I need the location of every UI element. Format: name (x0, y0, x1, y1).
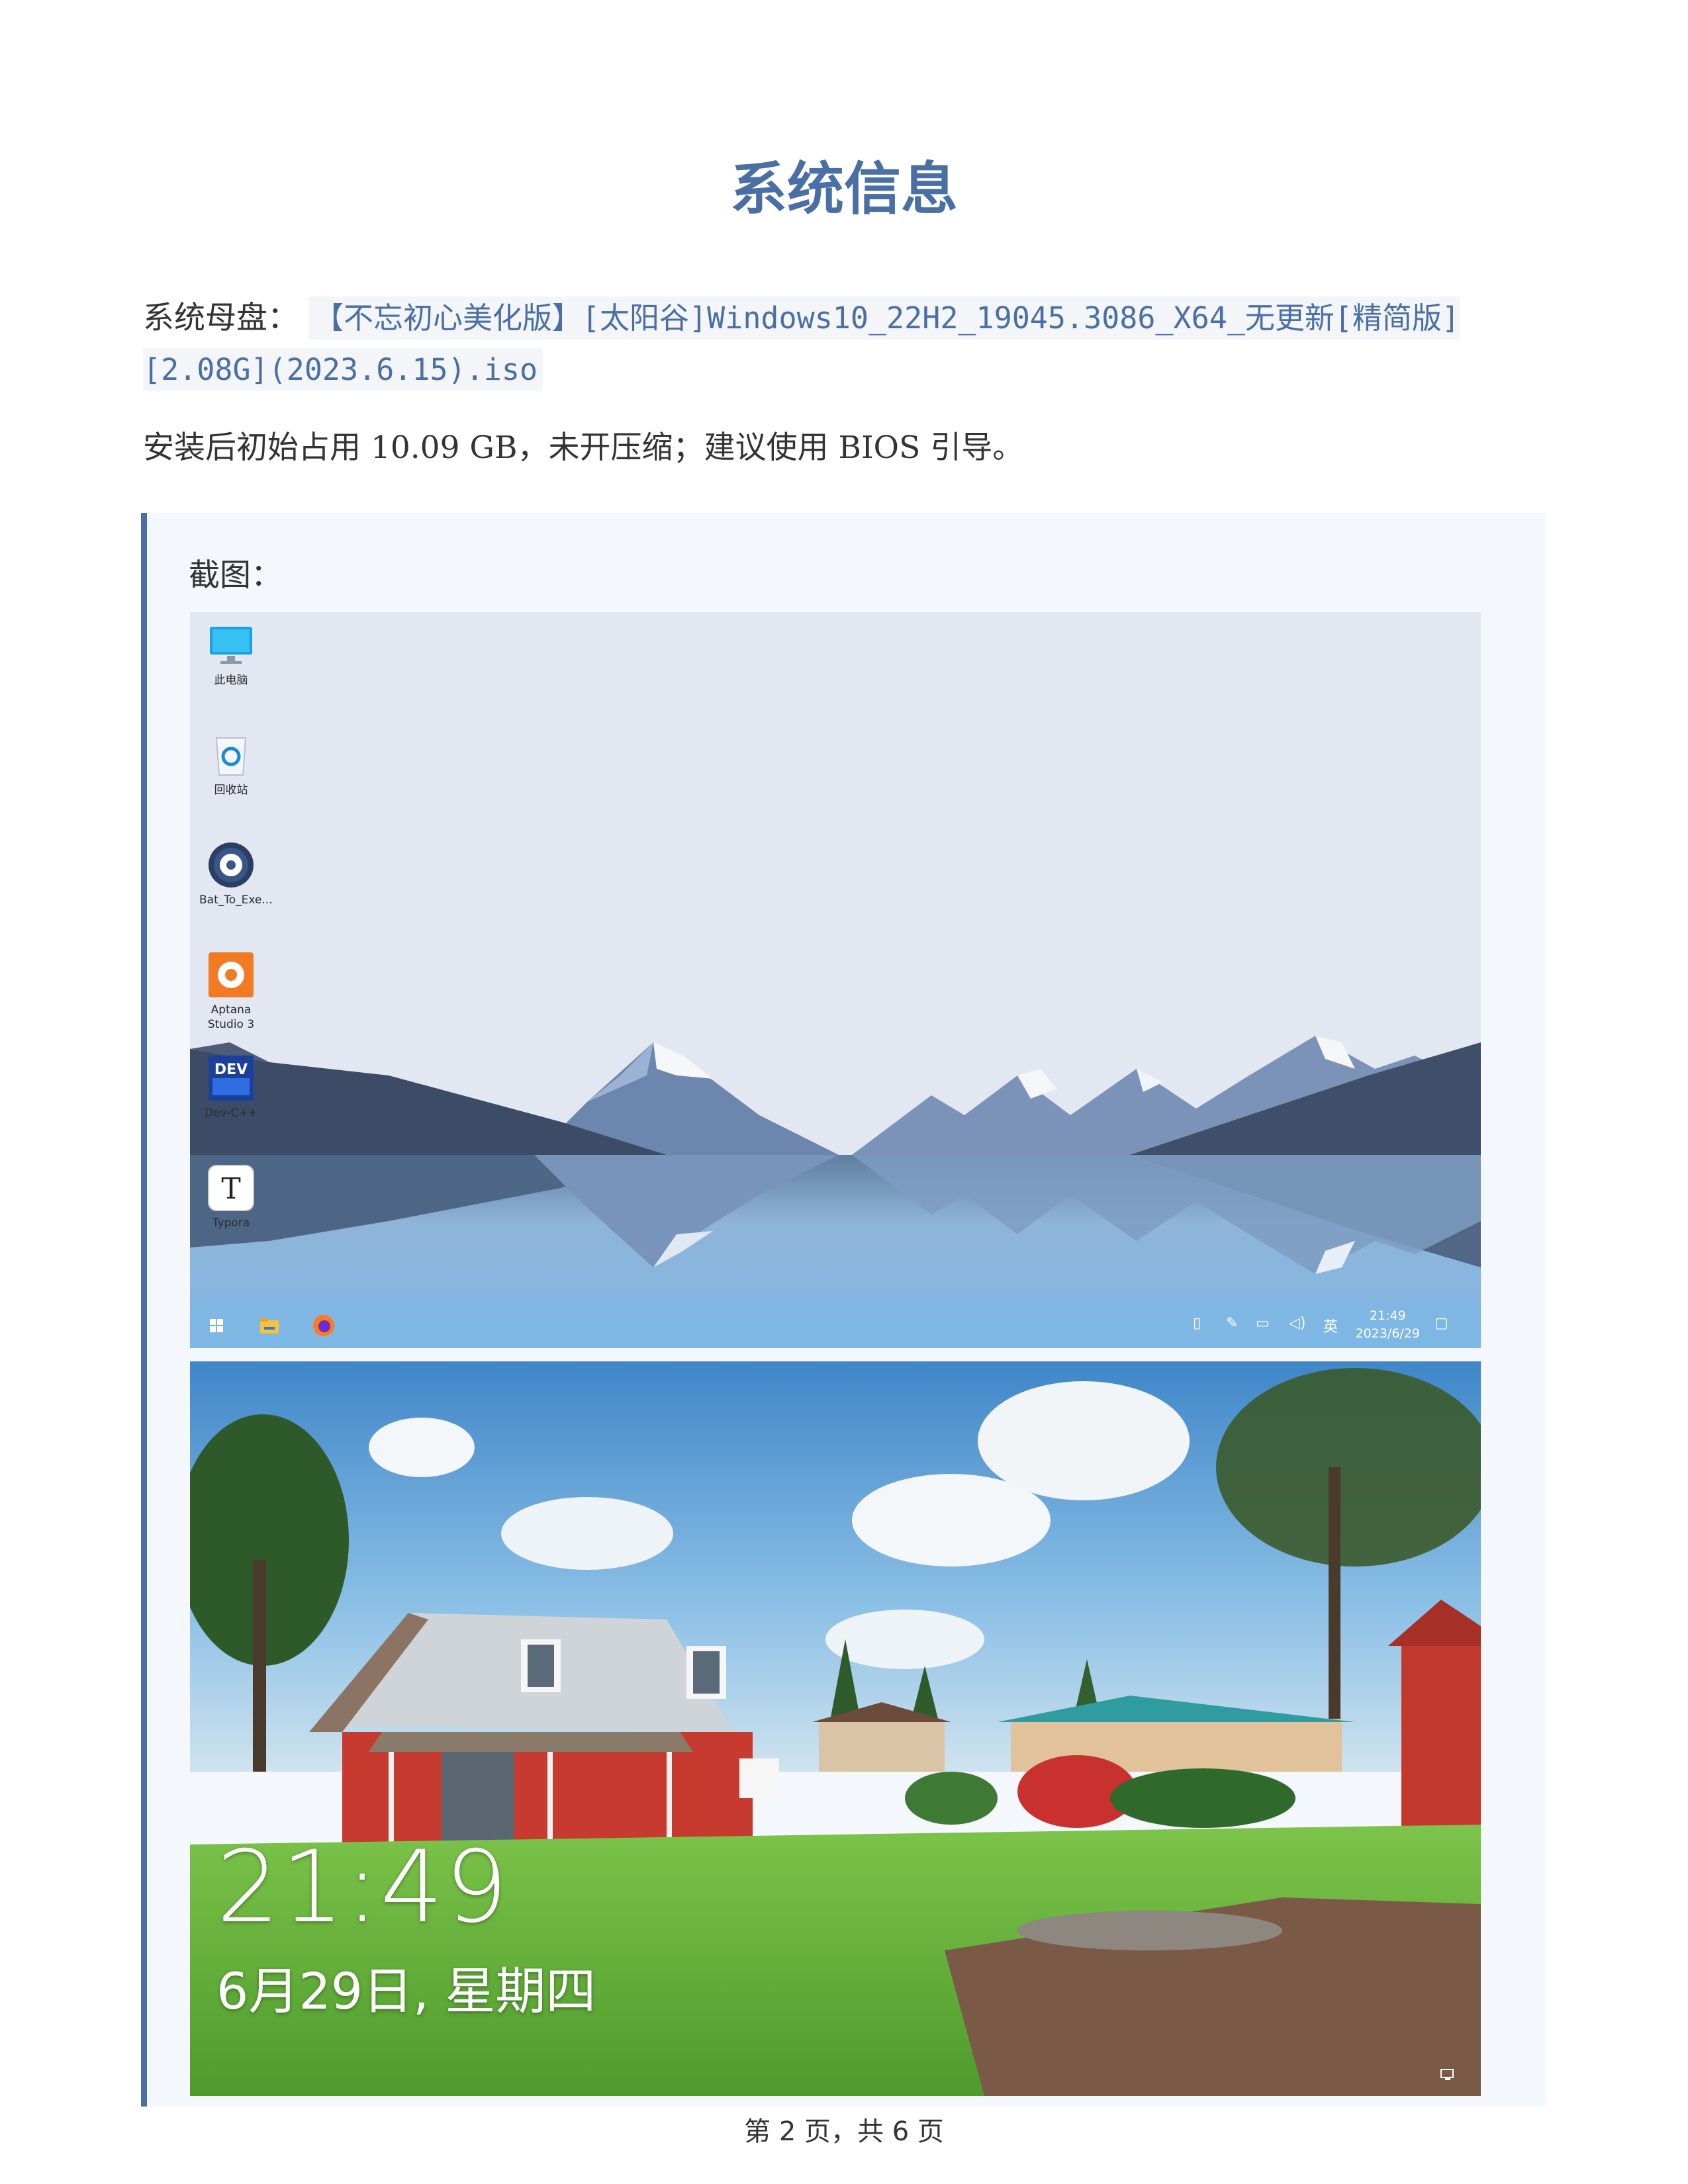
pen-icon[interactable]: ✎ (1226, 1315, 1238, 1332)
taskbar-time: 21:49 (1369, 1308, 1406, 1323)
desktop-icon-label: Dev-C++ (205, 1107, 258, 1120)
desktop-icon-recycle-bin[interactable]: 回收站 (199, 731, 263, 797)
mother-disk-filename: 【不忘初心美化版】[太阳谷]Windows10_22H2_19045.3086_… (143, 296, 1460, 391)
taskbar: ▯ ✎ ▭ ◁) 英 21:49 2023/6/29 ▢ (190, 1303, 1481, 1348)
lock-screen-date: 6月29日, 星期四 (216, 1962, 596, 2021)
network-icon[interactable] (1440, 2068, 1456, 2081)
mother-disk-label: 系统母盘： (143, 300, 299, 336)
volume-icon[interactable]: ◁) (1289, 1315, 1306, 1332)
windows-logo-icon (210, 1319, 223, 1332)
lock-screen-screenshot: 21:49 6月29日, 星期四 (190, 1361, 1481, 2096)
firefox-icon (313, 1315, 334, 1336)
desktop-icon-devcpp[interactable]: DEV Dev-C++ (199, 1054, 263, 1120)
desktop-screenshot: 此电脑 回收站 Bat_To_Exe... Aptana Studio 3 DE… (190, 612, 1481, 1348)
taskbar-clock[interactable]: 21:49 2023/6/29 (1356, 1307, 1420, 1343)
recycle-bin-icon (207, 731, 255, 779)
mountain-lake-wallpaper (190, 612, 1481, 1348)
ime-indicator[interactable]: 英 (1323, 1315, 1338, 1336)
notification-icon[interactable]: ▢ (1434, 1315, 1448, 1332)
svg-text:DEV: DEV (214, 1062, 248, 1078)
desktop-icon-label: Aptana Studio 3 (207, 1003, 255, 1031)
desktop-icon-label: Typora (212, 1216, 250, 1230)
screenshot-label: 截图： (189, 557, 282, 594)
usb-icon[interactable]: ▯ (1193, 1315, 1201, 1332)
svg-text:T: T (221, 1172, 240, 1206)
network-icon[interactable]: ▭ (1256, 1315, 1270, 1332)
page-title: 系统信息 (730, 156, 958, 222)
desktop-icon-this-pc[interactable]: 此电脑 (199, 621, 263, 688)
start-button[interactable] (203, 1312, 230, 1339)
desktop-icon-label: Bat_To_Exe... (199, 893, 273, 907)
aptana-gear-icon (207, 951, 255, 999)
typora-icon: T (207, 1164, 255, 1212)
file-explorer-button[interactable] (256, 1312, 283, 1339)
folder-icon (260, 1318, 279, 1334)
mother-disk-paragraph: 系统母盘： 【不忘初心美化版】[太阳谷]Windows10_22H2_19045… (143, 293, 1546, 396)
gear-icon (207, 841, 255, 889)
firefox-button[interactable] (310, 1312, 337, 1339)
monitor-icon (207, 621, 255, 669)
devcpp-icon: DEV (207, 1054, 255, 1102)
desktop-icon-aptana[interactable]: Aptana Studio 3 (199, 951, 263, 1032)
taskbar-date: 2023/6/29 (1355, 1326, 1420, 1341)
desktop-icon-label: 回收站 (214, 784, 248, 797)
desktop-icon-bat-to-exe[interactable]: Bat_To_Exe... (199, 841, 273, 907)
desktop-icon-typora[interactable]: T Typora (199, 1164, 263, 1230)
install-note: 安装后初始占用 10.09 GB，未开压缩；建议使用 BIOS 引导。 (143, 430, 1024, 466)
lock-screen-time: 21:49 (216, 1830, 510, 1945)
desktop-icon-label: 此电脑 (214, 674, 248, 687)
page-footer: 第 2 页，共 6 页 (744, 2116, 944, 2147)
